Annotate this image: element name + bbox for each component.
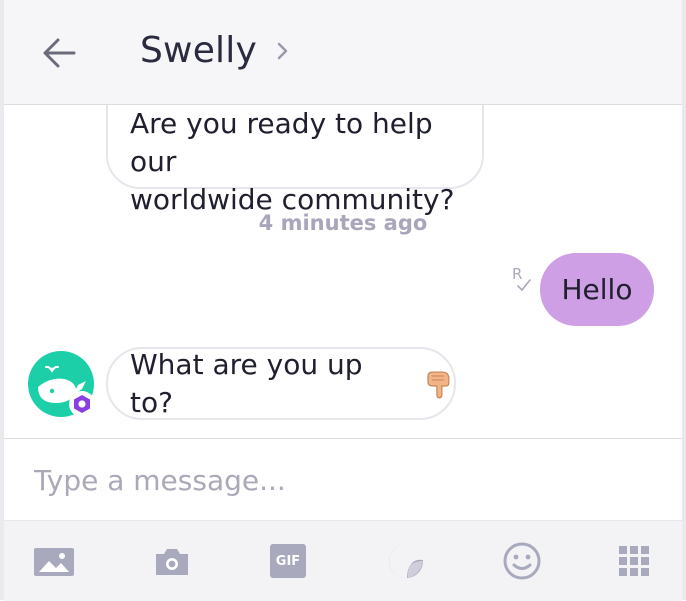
more-grid-icon [619,546,649,576]
gif-icon: GIF [270,544,306,578]
incoming-message-bubble[interactable]: Are you ready to help our worldwide comm… [106,105,484,216]
composer [4,438,682,521]
sticker-icon [389,544,423,578]
message-text: Hello [561,273,633,306]
camera-button[interactable] [150,541,194,581]
sticker-button[interactable] [384,541,428,581]
chevron-right-icon [277,42,288,59]
message-list[interactable]: Are you ready to help our worldwide comm… [4,105,682,438]
message-text-line: Are you ready to help our [130,107,433,178]
incoming-message-bubble[interactable]: What are you up to? [106,347,456,420]
gallery-icon [34,548,74,576]
composer-toolbar: GIF [4,520,682,601]
conversation-title: Swelly [140,30,257,71]
camera-icon [156,549,188,575]
conversation-title-button[interactable]: Swelly [140,30,291,71]
read-receipt-indicator: R [509,265,535,295]
more-options-button[interactable] [612,541,656,581]
avatar[interactable] [28,351,95,417]
back-button[interactable] [40,33,80,73]
message-timestamp: 4 minutes ago [258,211,428,235]
message-text: What are you up to? [130,347,363,419]
frame-right-edge [682,0,686,600]
gif-button[interactable]: GIF [266,541,310,581]
checkmark-icon [517,279,531,291]
hexagon-badge-icon [74,395,90,413]
gif-label: GIF [275,553,301,569]
verified-badge [69,391,95,417]
emoji-icon [503,542,541,580]
outgoing-message-bubble[interactable]: Hello [540,253,654,326]
frame-left-edge [0,0,4,600]
backhand-index-pointing-down-emoji [427,370,450,398]
message-input[interactable] [34,439,662,521]
arrow-left-icon [43,38,76,68]
chat-header: Swelly [4,0,682,105]
emoji-button[interactable] [500,541,544,581]
gallery-button[interactable] [32,541,76,581]
